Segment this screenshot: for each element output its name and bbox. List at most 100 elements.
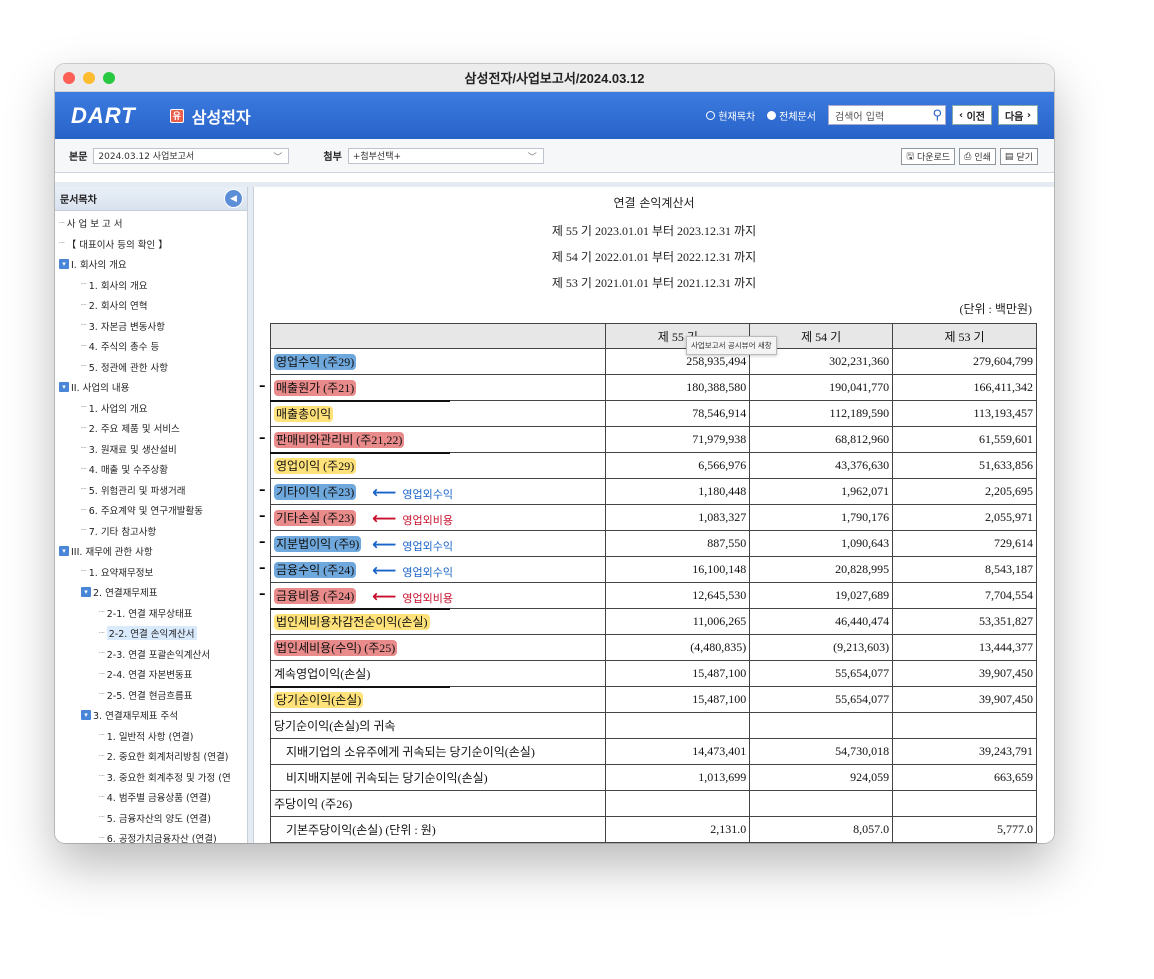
account-cell: 주당이익 (주26) <box>269 790 607 817</box>
value-cell <box>892 790 1037 817</box>
minus-marker-icon: – <box>259 587 266 602</box>
period-54: 제 54 기 2022.01.01 부터 2022.12.31 까지 <box>551 250 757 264</box>
tree-line-icon: ┈ <box>81 463 87 475</box>
close-button[interactable]: ▤ 닫기 <box>999 148 1038 165</box>
value-cell: 71,979,938 <box>605 426 751 453</box>
close-window-button[interactable] <box>63 72 75 84</box>
subtotal-rule <box>270 608 450 610</box>
attach-select-value: +첨부선택+ <box>352 152 402 162</box>
search-input[interactable]: 검색어 입력 ⚲ <box>827 105 946 125</box>
account-label: 법인세비용(수익) (주25) <box>274 640 398 656</box>
toc-item-label: 【 대표이사 등의 확인 】 <box>66 239 168 251</box>
value-cell: 14,473,401 <box>605 738 751 765</box>
annotation-blue: ⟵ 영업외수익 <box>372 537 453 554</box>
account-cell: 지배기업의 소유주에게 귀속되는 당기순이익(손실) <box>269 738 607 765</box>
value-cell: 2,131.0 <box>605 816 751 843</box>
value-cell: 39,907,450 <box>892 686 1037 713</box>
toc-item[interactable]: ▾ 2. 연결재무제표 <box>55 582 247 603</box>
expand-toggle-icon[interactable]: ▾ <box>59 382 69 393</box>
tree-line-icon: ┈ <box>99 812 105 824</box>
toc-item[interactable]: ┈ 5. 위험관리 및 파생거래 <box>55 480 247 501</box>
attachment-select[interactable]: +첨부선택+ ﹀ <box>347 147 544 164</box>
toc-item[interactable]: ┈ 6. 주요계약 및 연구개발활동 <box>55 500 247 521</box>
expand-toggle-icon[interactable]: ▾ <box>59 259 69 270</box>
company-name: 유 삼성전자 <box>169 104 251 128</box>
toc-item[interactable]: ┈ 7. 기타 참고사항 <box>55 521 247 542</box>
toc-item[interactable]: ┈ 2. 주요 제품 및 서비스 <box>55 418 247 439</box>
toc-item[interactable]: ┈ 2-4. 연결 자본변동표 <box>55 664 247 685</box>
expand-toggle-icon[interactable]: ▾ <box>59 546 69 557</box>
toc-item-label: 3. 자본금 변동사항 <box>88 321 166 333</box>
expand-toggle-icon[interactable]: ▾ <box>81 587 91 598</box>
annotation-blue: ⟵ 영업외수익 <box>372 563 453 580</box>
download-button[interactable]: 🖫 다운로드 <box>901 148 956 165</box>
radio-current-toc[interactable]: 현재목차 <box>706 108 755 123</box>
subtotal-rule <box>270 400 450 402</box>
toc-item[interactable]: ┈ 1. 사업의 개요 <box>55 398 247 419</box>
toc-item[interactable]: ┈ 5. 금융자산의 양도 (연결) <box>55 808 247 829</box>
body-area: 문서목차 ◀ ┈ 사 업 보 고 서 ┈ 【 대표이사 등의 확인 】 ▾ I. 회사의 … <box>55 182 1054 843</box>
next-button[interactable]: 다음 › <box>997 105 1038 125</box>
toc-item[interactable]: ┈ 【 대표이사 등의 확인 】 <box>55 234 247 255</box>
annotation-label: 영업외비용 <box>402 591 453 605</box>
toc-item[interactable]: ┈ 2-3. 연결 포괄손익계산서 <box>55 644 247 665</box>
toc-item-label: 3. 연결재무제표 주석 <box>93 711 179 723</box>
toc-item[interactable]: ┈ 2-1. 연결 재무상태표 <box>55 603 247 624</box>
toc-item[interactable]: ┈ 2. 중요한 회계처리방침 (연결) <box>55 746 247 767</box>
value-cell: 924,059 <box>749 764 894 791</box>
account-cell: 영업수익 (주29) <box>269 348 607 375</box>
toc-item[interactable]: ┈ 3. 원재료 및 생산설비 <box>55 439 247 460</box>
chevron-down-icon: ﹀ <box>527 152 537 163</box>
account-label: 금융수익 (주24) <box>274 562 357 578</box>
toc-item[interactable]: ┈ 1. 요약재무정보 <box>55 562 247 583</box>
value-cell <box>605 790 751 817</box>
value-cell: 6,566,976 <box>605 452 751 479</box>
toc-item[interactable]: ┈ 6. 공정가치금융자산 (연결) <box>55 828 247 843</box>
toc-item[interactable]: ▾ 3. 연결재무제표 주석 <box>55 705 247 726</box>
value-cell: 1,962,071 <box>749 478 894 505</box>
account-label: 기타손실 (주23) <box>274 510 357 526</box>
toc-item[interactable]: ┈ 3. 중요한 회계추정 및 가정 (연 <box>55 767 247 788</box>
col-header-account <box>269 323 607 349</box>
toc-item[interactable]: ┈ 2. 회사의 연혁 <box>55 295 247 316</box>
toc-item[interactable]: ┈ 4. 범주별 금융상품 (연결) <box>55 787 247 808</box>
minimize-window-button[interactable] <box>83 72 95 84</box>
toc-item[interactable]: ▾ I. 회사의 개요 <box>55 254 247 275</box>
value-cell: 15,487,100 <box>605 686 751 713</box>
toc-item[interactable]: ▾ III. 재무에 관한 사항 <box>55 541 247 562</box>
account-label: 매출총이익 <box>274 406 334 422</box>
table-row: 법인세비용차감전순이익(손실) 11,006,265 46,440,474 53,35… <box>269 608 1037 635</box>
collapse-sidebar-button[interactable]: ◀ <box>224 189 243 208</box>
toc-item-label: 3. 원재료 및 생산설비 <box>88 444 177 456</box>
toc-item[interactable]: ┈ 4. 주식의 총수 등 <box>55 336 247 357</box>
main-document-select[interactable]: 2024.03.12 사업보고서 ﹀ <box>93 147 290 164</box>
tree-line-icon: ┈ <box>81 422 87 434</box>
value-cell: 78,546,914 <box>605 400 751 427</box>
print-label: 인쇄 <box>974 153 991 163</box>
tree-line-icon: ┈ <box>81 279 87 291</box>
toc-item[interactable]: ┈ 1. 회사의 개요 <box>55 275 247 296</box>
minus-marker-icon: – <box>259 431 266 446</box>
toc-item[interactable]: ┈ 2-2. 연결 손익계산서 <box>55 623 247 644</box>
zoom-window-button[interactable] <box>103 72 115 84</box>
search-icon[interactable]: ⚲ <box>932 108 942 123</box>
expand-toggle-icon[interactable]: ▾ <box>81 710 91 721</box>
value-cell: 1,090,643 <box>749 530 894 557</box>
value-cell: 2,055,971 <box>892 504 1037 531</box>
toc-item[interactable]: ┈ 2-5. 연결 현금흐름표 <box>55 685 247 706</box>
toc-item[interactable]: ┈ 3. 자본금 변동사항 <box>55 316 247 337</box>
toc-item-label: 2-2. 연결 손익계산서 <box>106 626 197 641</box>
toc-item[interactable]: ┈ 1. 일반적 사항 (연결) <box>55 726 247 747</box>
prev-button[interactable]: ‹ 이전 <box>951 105 992 125</box>
radio-full-document[interactable]: 전체문서 <box>767 108 816 123</box>
toc-item-label: 1. 요약재무정보 <box>88 567 154 579</box>
annotation-label: 영업외수익 <box>402 487 453 501</box>
print-button[interactable]: ⎙ 인쇄 <box>959 148 996 165</box>
dart-logo[interactable]: DART <box>71 103 136 129</box>
toc-item[interactable]: ┈ 4. 매출 및 수주상황 <box>55 459 247 480</box>
toc-item[interactable]: ▾ II. 사업의 내용 <box>55 377 247 398</box>
toc-item[interactable]: ┈ 5. 정관에 관한 사항 <box>55 357 247 378</box>
toc-item-label: 2-3. 연결 포괄손익계산서 <box>106 649 210 661</box>
toc-item[interactable]: ┈ 사 업 보 고 서 <box>55 213 247 234</box>
minus-marker-icon: – <box>259 509 266 524</box>
